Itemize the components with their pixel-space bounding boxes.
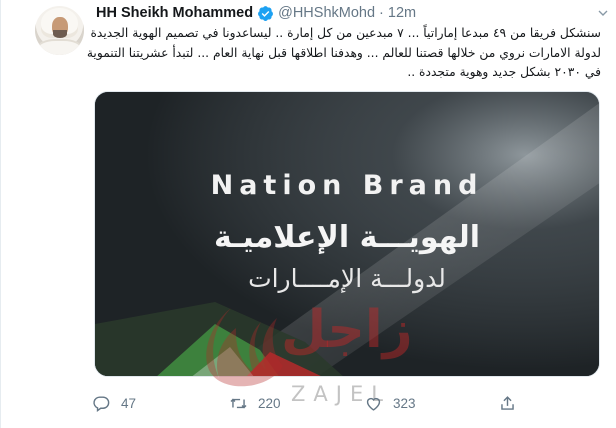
media-subtitle-arabic: لدولـــة الإمــــارات bbox=[248, 264, 446, 293]
media-title-english: Nation Brand bbox=[210, 170, 484, 201]
retweet-icon bbox=[230, 398, 247, 408]
tweet-text-line: سنشكل فريقا من ٤٩ مبدعا إماراتياً ... ٧ … bbox=[90, 26, 601, 40]
media-title-arabic: الهويـــة الإعلاميـة bbox=[214, 220, 480, 255]
retweet-count: 220 bbox=[258, 395, 281, 411]
author-name[interactable]: HH Sheikh Mohammed bbox=[96, 5, 253, 21]
tweet-timestamp[interactable]: 12m bbox=[388, 5, 416, 21]
heart-icon bbox=[366, 397, 381, 411]
reply-icon bbox=[93, 395, 110, 412]
verified-badge-icon bbox=[257, 5, 274, 22]
share-icon bbox=[501, 395, 514, 410]
meta-separator: · bbox=[379, 5, 384, 21]
tweet-text-line: لدولة الامارات نروي من خلالها قصتنا للعا… bbox=[86, 45, 601, 60]
avatar-robe bbox=[38, 39, 81, 55]
tweet-header: HH Sheikh Mohammed @HHShkMohd · 12m bbox=[96, 4, 416, 22]
chevron-down-icon[interactable] bbox=[595, 5, 611, 21]
tweet-card[interactable]: HH Sheikh Mohammed @HHShkMohd · 12m سنشك… bbox=[0, 0, 616, 428]
author-avatar[interactable] bbox=[35, 6, 84, 55]
like-count: 323 bbox=[393, 395, 416, 411]
share-button[interactable] bbox=[498, 390, 527, 416]
like-button[interactable]: 323 bbox=[364, 390, 416, 416]
tweet-text: سنشكل فريقا من ٤٩ مبدعا إماراتياً ... ٧ … bbox=[86, 24, 601, 83]
author-handle[interactable]: @HHShkMohd bbox=[278, 5, 375, 21]
reply-count: 47 bbox=[121, 395, 137, 411]
tweet-text-line: في ٢٠٣٠ بشكل جديد وهوية متجددة .. bbox=[407, 65, 601, 79]
avatar-beard bbox=[53, 30, 67, 38]
tweet-media-image[interactable]: Nation Brand الهويـــة الإعلاميـة لدولــ… bbox=[94, 91, 600, 377]
retweet-button[interactable]: 220 bbox=[229, 390, 281, 416]
reply-button[interactable]: 47 bbox=[92, 390, 136, 416]
tweet-actions: 47 220 323 bbox=[1, 390, 616, 416]
